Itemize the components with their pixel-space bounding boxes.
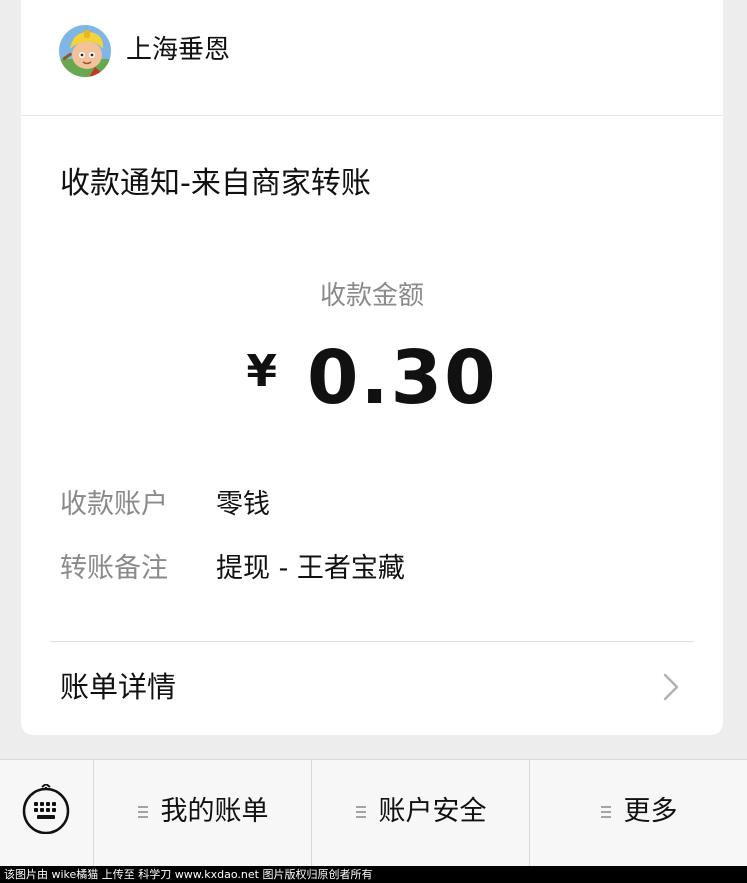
detail-value: 零钱 bbox=[216, 489, 270, 520]
merchant-header[interactable]: 上海垂恩 bbox=[21, 0, 723, 116]
amount-display: ¥0.30 bbox=[21, 338, 723, 418]
keyboard-toggle-button[interactable] bbox=[0, 760, 94, 867]
chevron-right-icon bbox=[663, 673, 679, 701]
menu-item-account-security[interactable]: 账户安全 bbox=[312, 760, 530, 867]
bill-details-label: 账单详情 bbox=[60, 670, 177, 704]
detail-value: 提现 - 王者宝藏 bbox=[216, 553, 405, 584]
cartoon-character-avatar-icon bbox=[59, 25, 111, 77]
notification-card: 上海垂恩 收款通知-来自商家转账 收款金额 ¥0.30 收款账户 零钱 转账备注 提… bbox=[21, 0, 723, 735]
menu-lines-icon bbox=[137, 806, 148, 818]
menu-item-more[interactable]: 更多 bbox=[530, 760, 747, 867]
notice-title: 收款通知-来自商家转账 bbox=[60, 166, 371, 201]
detail-key: 转账备注 bbox=[60, 553, 168, 584]
bottom-menu-bar: 我的账单 账户安全 更多 bbox=[0, 759, 747, 867]
menu-lines-icon bbox=[355, 806, 366, 818]
menu-item-label: 我的账单 bbox=[160, 796, 269, 827]
payment-notification-page: 上海垂恩 收款通知-来自商家转账 收款金额 ¥0.30 收款账户 零钱 转账备注 提… bbox=[0, 0, 747, 883]
keyboard-icon bbox=[22, 784, 70, 834]
merchant-avatar[interactable] bbox=[59, 25, 111, 77]
detail-row-account: 收款账户 零钱 bbox=[60, 486, 270, 524]
detail-row-remark: 转账备注 提现 - 王者宝藏 bbox=[60, 550, 405, 588]
watermark-bar: 该图片由 wike橘猫 上传至 科学刀 www.kxdao.net 图片版权归原… bbox=[0, 866, 747, 883]
detail-key: 收款账户 bbox=[60, 489, 168, 520]
bill-details-link[interactable]: 账单详情 bbox=[21, 642, 723, 735]
merchant-name[interactable]: 上海垂恩 bbox=[126, 32, 230, 68]
menu-item-label: 更多 bbox=[623, 796, 678, 827]
menu-item-my-bills[interactable]: 我的账单 bbox=[94, 760, 312, 867]
amount-value: 0.30 bbox=[307, 335, 498, 421]
amount-label: 收款金额 bbox=[319, 281, 424, 311]
menu-lines-icon bbox=[600, 806, 611, 818]
menu-item-label: 账户安全 bbox=[378, 796, 487, 827]
currency-symbol: ¥ bbox=[246, 346, 278, 397]
